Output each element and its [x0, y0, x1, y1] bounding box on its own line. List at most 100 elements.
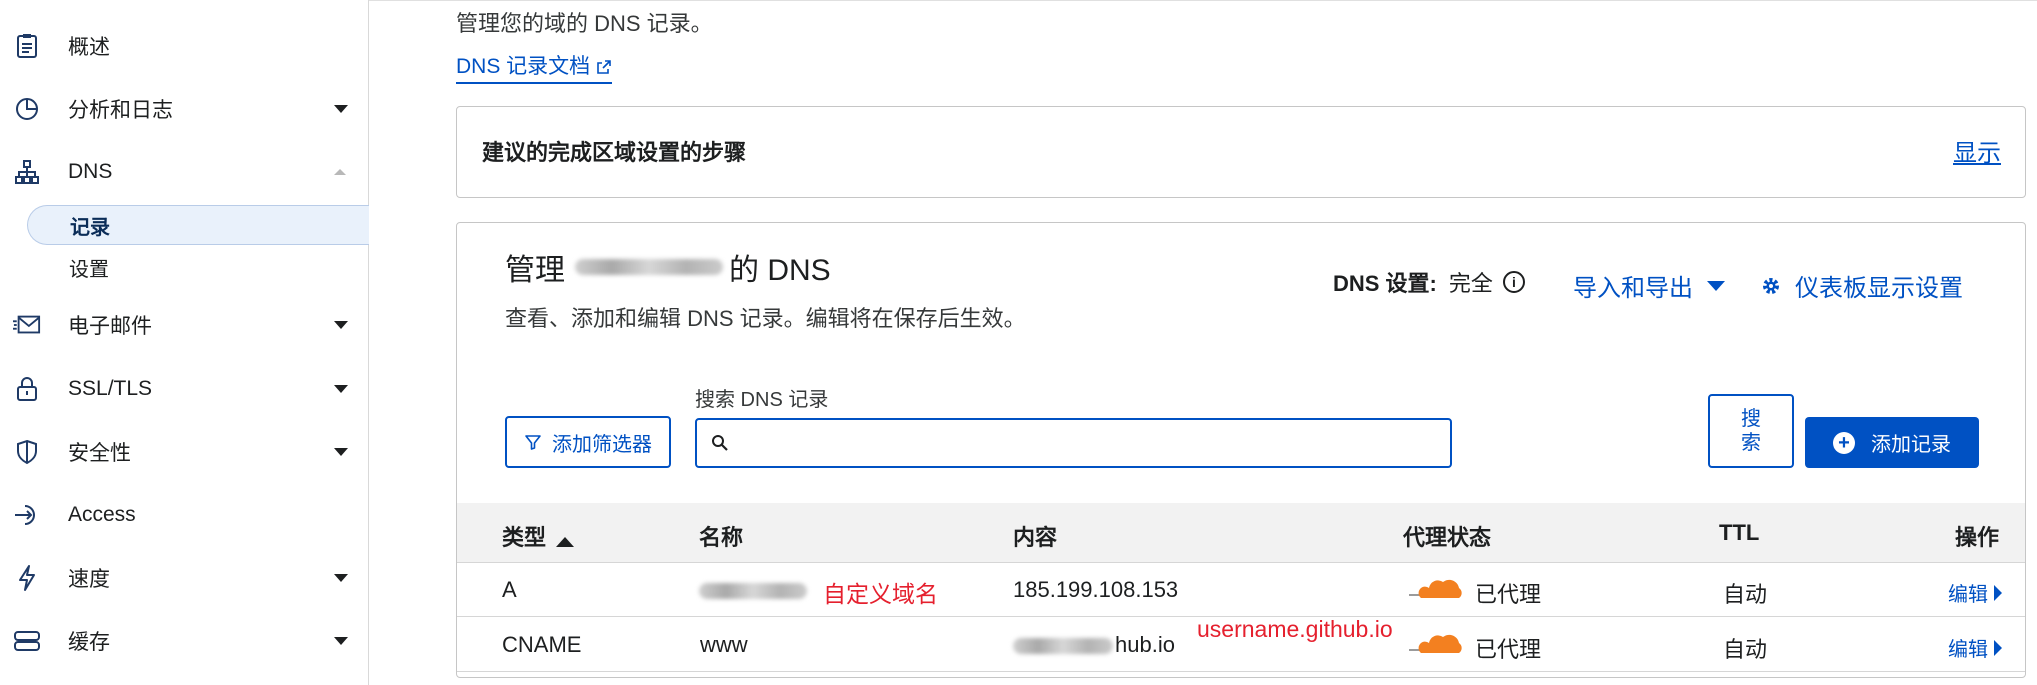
edit-label: 编辑 — [1948, 639, 1988, 661]
column-name: 名称 — [699, 525, 744, 550]
cloud-proxied-icon — [1409, 630, 1465, 664]
sidebar: 概述 分析和日志 DNS 记录 设置 电子邮件 SSL/TLS 安全性 Acce… — [0, 0, 369, 685]
edit-button[interactable]: 编辑 — [1948, 633, 2002, 662]
chevron-down-icon — [334, 385, 348, 393]
dns-card-title: 管理 的 DNS — [505, 245, 831, 289]
search-button[interactable]: 搜索 — [1708, 394, 1794, 468]
record-content: 185.199.108.153 — [1013, 577, 1179, 602]
record-ttl: 自动 — [1723, 637, 1768, 662]
lock-icon — [13, 375, 41, 403]
chevron-down-icon — [334, 637, 348, 645]
column-type-label: 类型 — [502, 525, 547, 550]
access-icon — [13, 501, 41, 529]
external-link-icon — [597, 60, 611, 75]
sidebar-subitem-label: 记录 — [70, 216, 110, 239]
filter-icon — [525, 435, 541, 450]
sidebar-item-label: 电子邮件 — [68, 315, 152, 338]
chevron-down-icon — [334, 105, 348, 113]
setup-steps-card: 建议的完成区域设置的步骤 显示 — [456, 106, 2026, 198]
plus-circle-icon: + — [1833, 431, 1855, 454]
redacted-name — [699, 583, 807, 599]
sidebar-subitem-settings[interactable]: 设置 — [27, 247, 369, 287]
proxy-status: 已代理 — [1475, 582, 1542, 607]
sidebar-subitem-records[interactable]: 记录 — [27, 205, 369, 245]
edit-button[interactable]: 编辑 — [1948, 578, 2002, 607]
dns-docs-link[interactable]: DNS 记录文档 — [456, 50, 613, 84]
sidebar-item-analytics[interactable]: 分析和日志 — [0, 85, 369, 133]
cache-icon — [13, 627, 41, 655]
dashboard-display-settings-button[interactable]: 仪表板显示设置 — [1761, 268, 1963, 303]
import-export-label: 导入和导出 — [1573, 275, 1693, 302]
table-header: 类型 名称 内容 代理状态 TTL 操作 — [457, 503, 2025, 563]
record-type: A — [502, 577, 517, 602]
record-content: hub.io — [1115, 632, 1175, 657]
sidebar-item-access[interactable]: Access — [0, 491, 369, 539]
column-proxy-status: 代理状态 — [1403, 525, 1492, 550]
clipboard-icon — [13, 32, 41, 60]
sort-ascending-icon — [556, 537, 575, 547]
sidebar-item-label: 分析和日志 — [68, 99, 173, 122]
record-name: www — [700, 632, 748, 657]
search-field[interactable] — [695, 418, 1452, 468]
gear-icon — [1763, 277, 1779, 294]
search-input[interactable] — [739, 431, 1450, 455]
dns-docs-link-label: DNS 记录文档 — [456, 55, 591, 78]
sidebar-item-ssl-tls[interactable]: SSL/TLS — [0, 365, 369, 413]
search-label: 搜索 DNS 记录 — [695, 389, 829, 411]
chevron-down-icon — [334, 448, 348, 456]
dns-card-subtitle: 查看、添加和编辑 DNS 记录。编辑将在保存后生效。 — [505, 306, 1026, 331]
sidebar-item-dns[interactable]: DNS — [0, 148, 369, 196]
sidebar-item-label: SSL/TLS — [68, 377, 153, 400]
column-type[interactable]: 类型 — [502, 520, 575, 552]
import-export-dropdown[interactable]: 导入和导出 — [1573, 268, 1725, 303]
add-filter-label: 添加筛选器 — [552, 433, 652, 456]
add-record-button[interactable]: + 添加记录 — [1805, 417, 1979, 468]
dns-settings-value: 完全 — [1448, 271, 1493, 296]
redacted-content — [1013, 638, 1113, 654]
sidebar-item-label: 速度 — [68, 568, 110, 591]
setup-steps-title: 建议的完成区域设置的步骤 — [482, 140, 747, 165]
sitemap-icon — [13, 158, 41, 186]
chevron-down-icon — [334, 321, 348, 329]
info-icon[interactable]: i — [1502, 271, 1525, 293]
table-row[interactable]: A 自定义域名 185.199.108.153 已代理 自动 编辑 — [457, 563, 2025, 617]
shield-icon — [13, 438, 41, 466]
show-steps-link[interactable]: 显示 — [1953, 133, 2001, 168]
dns-records-card: 管理 的 DNS 查看、添加和编辑 DNS 记录。编辑将在保存后生效。 DNS … — [456, 222, 2026, 678]
sidebar-item-email[interactable]: 电子邮件 — [0, 301, 369, 349]
redacted-domain — [575, 259, 723, 275]
add-filter-button[interactable]: 添加筛选器 — [505, 416, 671, 468]
table-row[interactable]: CNAME www hub.io username.github.io 已代理 … — [457, 616, 2025, 672]
dns-title-prefix: 管理 — [505, 254, 565, 287]
record-ttl: 自动 — [1723, 582, 1768, 607]
cloud-proxied-icon — [1409, 575, 1465, 609]
search-icon — [712, 435, 728, 451]
email-icon — [13, 311, 41, 339]
proxy-status: 已代理 — [1475, 637, 1542, 662]
chevron-up-icon — [334, 169, 346, 175]
search-button-label: 搜索 — [1741, 408, 1761, 454]
sidebar-item-label: Access — [68, 503, 136, 526]
column-ttl: TTL — [1719, 520, 1760, 545]
dns-title-suffix: 的 DNS — [729, 254, 831, 287]
sidebar-item-overview[interactable]: 概述 — [0, 22, 369, 70]
chevron-down-icon — [1707, 280, 1725, 291]
annotation-custom-domain: 自定义域名 — [823, 581, 938, 607]
column-content: 内容 — [1013, 525, 1058, 550]
sidebar-subitem-label: 设置 — [69, 258, 109, 281]
dashboard-display-settings-label: 仪表板显示设置 — [1795, 275, 1963, 302]
add-record-label: 添加记录 — [1871, 434, 1951, 456]
page-intro: 管理您的域的 DNS 记录。 — [456, 11, 713, 36]
top-divider — [369, 0, 2037, 4]
chevron-right-icon — [1994, 584, 2002, 601]
lightning-icon — [13, 564, 41, 592]
sidebar-item-security[interactable]: 安全性 — [0, 428, 369, 476]
chevron-down-icon — [334, 574, 348, 582]
chevron-right-icon — [1994, 639, 2002, 656]
sidebar-item-speed[interactable]: 速度 — [0, 554, 369, 602]
sidebar-item-label: DNS — [68, 160, 113, 183]
dns-settings-label: DNS 设置: — [1333, 271, 1437, 296]
sidebar-item-label: 缓存 — [68, 631, 110, 654]
sidebar-item-cache[interactable]: 缓存 — [0, 617, 369, 665]
sidebar-item-label: 安全性 — [68, 442, 131, 465]
